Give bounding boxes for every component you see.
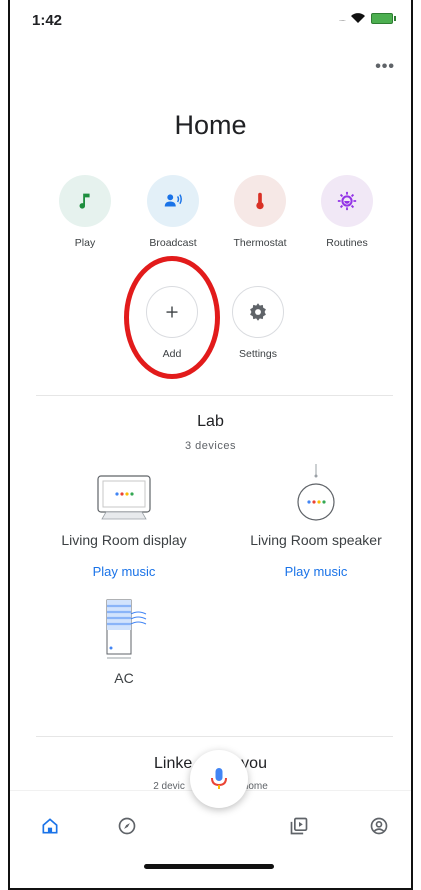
thermostat-label: Thermostat xyxy=(233,237,287,249)
device-name: AC xyxy=(114,670,134,686)
broadcast-icon xyxy=(164,194,182,207)
play-chip-circle xyxy=(59,175,111,227)
device-living-room-display[interactable]: Living Room display Play music xyxy=(50,474,198,579)
routines-chip[interactable]: Routines xyxy=(307,175,387,249)
app-frame: 1:42 ..... ••• Home Play Broadcast Therm… xyxy=(8,0,413,890)
settings-chip-circle xyxy=(232,286,284,338)
device-living-room-speaker[interactable]: Living Room speaker Play music xyxy=(238,464,394,579)
microphone-icon xyxy=(211,768,227,789)
section-divider xyxy=(36,736,393,737)
add-chip[interactable]: Add xyxy=(132,286,212,360)
thermometer-icon xyxy=(256,192,264,210)
thermostat-chip-circle xyxy=(234,175,286,227)
page-title: Home xyxy=(174,110,247,140)
more-options-button[interactable]: ••• xyxy=(375,58,395,76)
battery-icon xyxy=(371,12,396,24)
room-title: Lab xyxy=(197,413,224,430)
thermostat-chip[interactable]: Thermostat xyxy=(220,175,300,249)
settings-chip[interactable]: Settings xyxy=(218,286,298,360)
play-label: Play xyxy=(74,237,96,249)
broadcast-label: Broadcast xyxy=(149,237,197,249)
home-indicator xyxy=(144,864,274,869)
broadcast-chip-circle xyxy=(147,175,199,227)
play-music-link[interactable]: Play music xyxy=(238,564,394,579)
voice-assistant-button[interactable] xyxy=(190,750,248,808)
status-icons: ..... xyxy=(338,12,396,24)
media-icon xyxy=(290,817,308,835)
device-name: Living Room speaker xyxy=(250,532,382,548)
plus-icon xyxy=(166,306,178,318)
smart-display-icon xyxy=(97,475,151,520)
play-chip[interactable]: Play xyxy=(45,175,125,249)
nav-account[interactable] xyxy=(366,813,392,839)
room-device-count: 3 devices xyxy=(185,440,236,452)
home-icon xyxy=(42,818,58,834)
section-divider xyxy=(36,395,393,396)
device-name: Living Room display xyxy=(61,532,187,548)
smart-speaker-icon xyxy=(297,464,335,521)
settings-label: Settings xyxy=(239,348,277,360)
account-icon xyxy=(370,817,388,835)
routines-chip-circle xyxy=(321,175,373,227)
status-bar: 1:42 ..... xyxy=(10,0,411,40)
add-label: Add xyxy=(162,348,182,360)
add-chip-circle xyxy=(146,286,198,338)
linked-title-start: Linke xyxy=(154,755,193,772)
device-ac[interactable]: AC xyxy=(96,598,152,686)
gear-icon xyxy=(250,303,266,321)
play-music-link[interactable]: Play music xyxy=(50,564,198,579)
broadcast-chip[interactable]: Broadcast xyxy=(133,175,213,249)
air-conditioner-icon xyxy=(106,599,147,659)
signal-icon: ..... xyxy=(338,13,346,23)
music-note-icon xyxy=(79,193,90,209)
nav-media[interactable] xyxy=(286,813,312,839)
status-time: 1:42 xyxy=(32,12,63,29)
wifi-icon xyxy=(351,13,365,23)
explore-icon xyxy=(118,817,136,835)
nav-explore[interactable] xyxy=(114,813,140,839)
routines-icon xyxy=(337,191,357,211)
nav-home[interactable] xyxy=(37,813,63,839)
routines-label: Routines xyxy=(326,237,368,249)
